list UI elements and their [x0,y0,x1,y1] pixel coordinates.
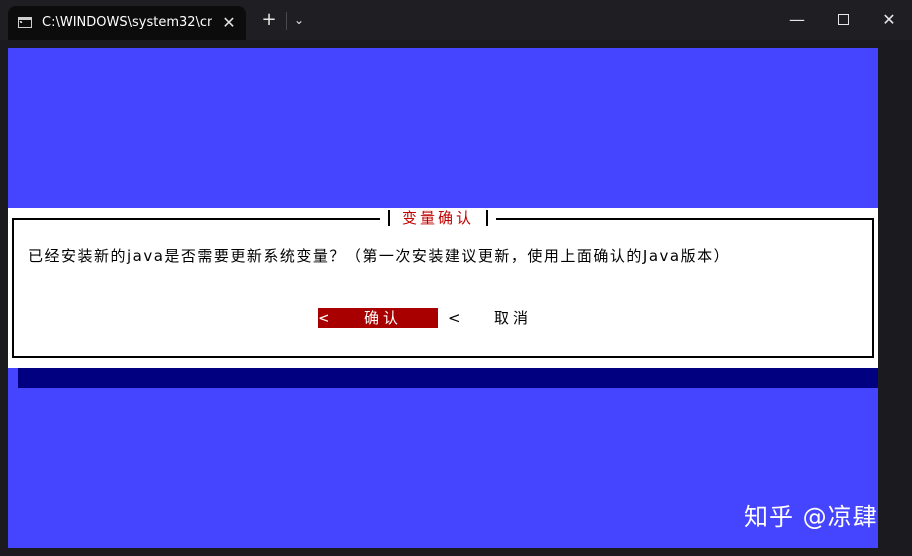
confirm-button[interactable]: 确认 [328,308,438,328]
tab-title: C:\WINDOWS\system32\cmd.e [42,15,212,30]
cancel-button[interactable]: 取消 [494,308,544,328]
tab-divider [286,12,287,30]
terminal-icon [18,17,32,28]
maximize-icon [837,13,849,25]
title-right-bar [486,210,489,226]
confirm-right-marker: < [448,309,461,327]
dialog-shadow [18,368,878,388]
confirm-left-marker: < [318,308,331,328]
maximize-button[interactable] [820,0,866,40]
dialog-frame [12,218,874,358]
watermark: 知乎 @凉肆 [744,503,878,531]
confirm-dialog: 变量确认 已经安装新的java是否需要更新系统变量？（第一次安装建议更新，使用上… [8,208,878,368]
dialog-title-group: 变量确认 [380,208,497,228]
minimize-button[interactable]: — [774,0,820,40]
chevron-down-icon[interactable]: ⌄ [288,8,310,32]
tab-close-icon[interactable]: ✕ [218,12,240,34]
new-tab-button[interactable]: + [258,8,280,32]
close-window-button[interactable]: ✕ [866,0,912,40]
title-bar: C:\WINDOWS\system32\cmd.e ✕ + ⌄ — ✕ [0,0,912,40]
dialog-title: 变量确认 [402,209,475,227]
terminal-tab[interactable]: C:\WINDOWS\system32\cmd.e ✕ [8,6,246,40]
dialog-message: 已经安装新的java是否需要更新系统变量？（第一次安装建议更新，使用上面确认的J… [28,247,731,265]
